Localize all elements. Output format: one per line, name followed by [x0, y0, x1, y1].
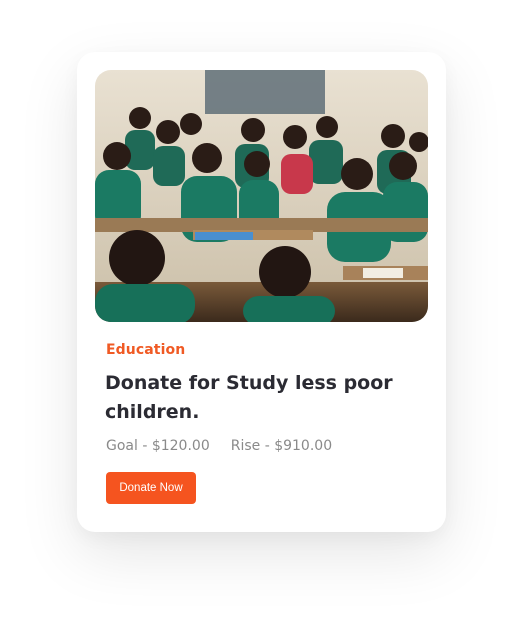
campaign-title: Donate for Study less poor children.: [105, 372, 393, 423]
goal-amount: Goal - $120.00: [106, 438, 210, 454]
donate-now-button[interactable]: Donate Now: [106, 472, 196, 504]
rise-amount: Rise - $910.00: [230, 438, 333, 454]
donation-stats: Goal - $120.00 Rise - $910.00: [106, 438, 332, 454]
category-label: Education: [106, 342, 186, 358]
classroom-photo: [95, 70, 428, 322]
donation-card: Education Donate for Study less poor chi…: [77, 52, 446, 532]
